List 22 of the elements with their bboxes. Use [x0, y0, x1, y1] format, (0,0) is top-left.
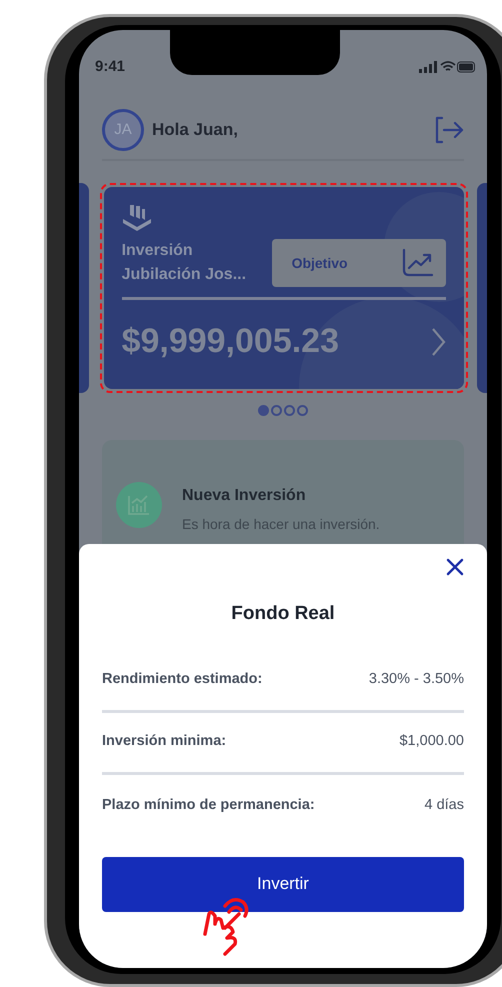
- status-time: 9:41: [95, 56, 126, 77]
- investment-title: Inversión Jubilación Jos...: [122, 241, 248, 285]
- detail-label: Inversión minima:: [102, 732, 226, 752]
- greeting: Hola Juan,: [152, 119, 238, 142]
- detail-value: 3.30% - 3.50%: [368, 670, 464, 690]
- balance-amount: $9,999,005.23: [122, 321, 339, 362]
- chevron-right-icon[interactable]: [430, 326, 446, 356]
- notification-title: Nueva Inversión: [182, 486, 307, 506]
- logout-icon[interactable]: [434, 116, 464, 144]
- chart-icon: [127, 493, 151, 517]
- detail-value: $1,000.00: [399, 732, 464, 752]
- close-icon[interactable]: [446, 558, 464, 576]
- detail-label: Rendimiento estimado:: [102, 670, 262, 690]
- detail-label: Plazo mínimo de permanencia:: [102, 796, 315, 815]
- status-icons: [419, 61, 477, 73]
- logo-icon: [122, 203, 152, 233]
- trend-chart-icon: [402, 248, 434, 278]
- objective-button[interactable]: Objetivo: [272, 239, 446, 287]
- invest-button[interactable]: Invertir: [102, 856, 464, 912]
- investment-card[interactable]: Inversión Jubilación Jos... Objetivo $9,999,005.23: [104, 187, 464, 389]
- sheet-title: Fondo Real: [230, 602, 336, 626]
- detail-value: 4 días: [424, 796, 464, 815]
